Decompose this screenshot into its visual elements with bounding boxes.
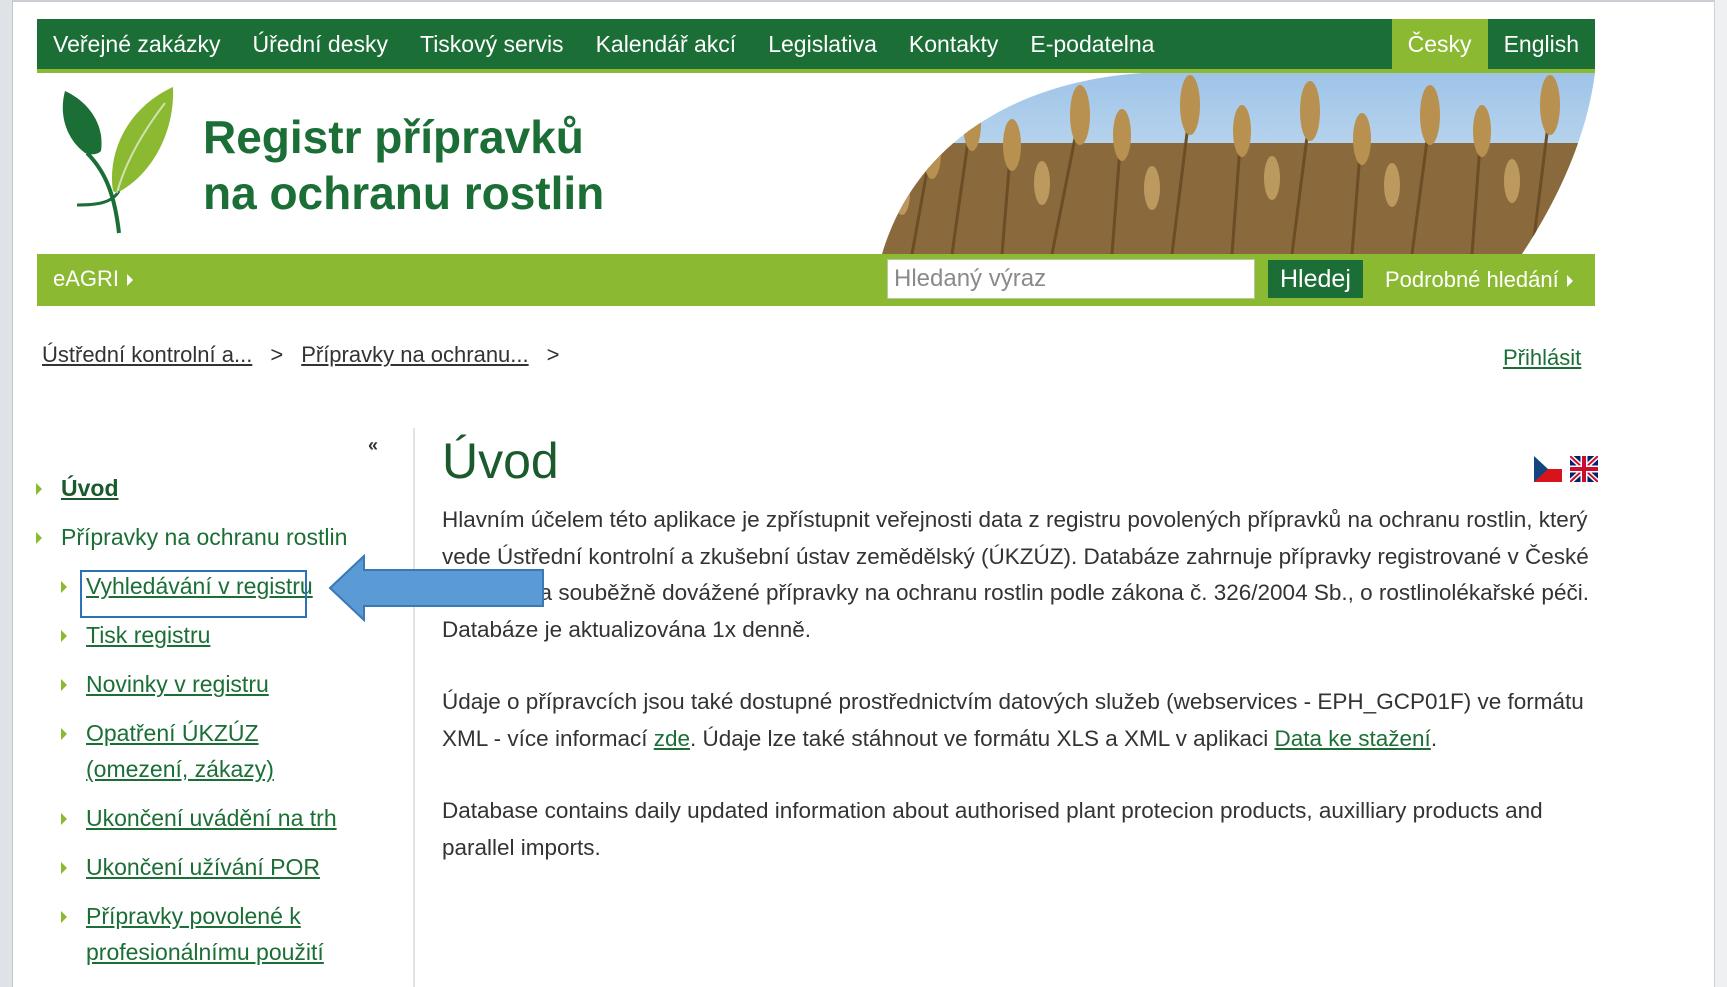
data-ke-stazeni-link[interactable]: Data ke stažení — [1274, 726, 1430, 751]
pointer-arrow-icon — [328, 553, 544, 623]
lang-english[interactable]: English — [1487, 19, 1595, 69]
advanced-search-link[interactable]: Podrobné hledání — [1385, 267, 1573, 293]
nav-tiskovy-servis[interactable]: Tiskový servis — [420, 31, 564, 58]
eagri-link[interactable]: eAGRI — [53, 266, 134, 292]
sidebar-link-novinky[interactable]: Novinky v registru — [86, 671, 269, 697]
sidebar-item-ukonceni-uzivani: Ukončení užívání POR — [36, 849, 366, 885]
nav-verejne-zakazky[interactable]: Veřejné zakázky — [53, 31, 220, 58]
bullet-icon — [61, 581, 67, 593]
window-left-frame — [0, 0, 13, 987]
webservices-text-b: . Údaje lze také stáhnout ve formátu XLS… — [690, 725, 1275, 751]
sidebar-divider — [413, 428, 415, 987]
nav-legislativa[interactable]: Legislativa — [768, 31, 877, 58]
language-switch: Česky English — [1391, 19, 1595, 69]
sidebar-item-opatreni: Opatření ÚKZÚZ (omezení, zákazy) — [36, 715, 366, 787]
breadcrumb-separator: > — [270, 342, 284, 367]
nav-kontakty[interactable]: Kontakty — [909, 31, 999, 58]
uk-flag-icon[interactable] — [1570, 456, 1598, 482]
sidebar-item-uvod: Úvod — [36, 470, 366, 506]
wheat-field-image — [882, 73, 1595, 254]
search-button[interactable]: Hledej — [1268, 260, 1363, 298]
sidebar-link-uvod[interactable]: Úvod — [61, 475, 119, 501]
advanced-search-label: Podrobné hledání — [1385, 267, 1559, 292]
bullet-icon — [36, 483, 42, 495]
site-title-line2: na ochranu rostlin — [203, 167, 605, 219]
breadcrumb-item-ukzuz[interactable]: Ústřední kontrolní a... — [42, 342, 252, 368]
search-bar: eAGRI Hledej Podrobné hledání — [37, 254, 1595, 306]
window-top-border — [0, 0, 1727, 2]
collapse-sidebar-icon[interactable]: « — [368, 435, 378, 456]
bullet-icon — [61, 862, 67, 874]
leaf-logo-icon[interactable] — [57, 83, 175, 243]
language-flags — [1534, 456, 1598, 482]
caret-right-icon — [1566, 275, 1573, 288]
sidebar-link-tisk[interactable]: Tisk registru — [86, 622, 210, 648]
nav-uredni-desky[interactable]: Úřední desky — [252, 31, 388, 58]
breadcrumb: Ústřední kontrolní a... > Přípravky na o… — [42, 342, 560, 368]
sidebar-link-ukonceni-uvadeni[interactable]: Ukončení uvádění na trh — [86, 805, 337, 831]
bullet-icon — [61, 813, 67, 825]
eagri-label: eAGRI — [53, 266, 120, 291]
search-input[interactable] — [887, 259, 1255, 299]
webservices-paragraph: Údaje o přípravcích jsou také dostupné p… — [442, 684, 1592, 757]
page-title: Úvod — [442, 433, 559, 489]
breadcrumb-separator: > — [546, 342, 560, 367]
breadcrumb-item-pripravky[interactable]: Přípravky na ochranu... — [301, 342, 528, 368]
bullet-icon — [36, 532, 42, 544]
nav-kalendar-akci[interactable]: Kalendář akcí — [596, 31, 737, 58]
caret-right-icon — [127, 274, 134, 287]
sidebar-item-pripravky: Přípravky na ochranu rostlin — [36, 519, 366, 555]
intro-paragraph: Hlavním účelem této aplikace je zpřístup… — [442, 507, 1589, 642]
sidebar-item-ukonceni-uvadeni: Ukončení uvádění na trh — [36, 800, 366, 836]
sidebar-link-ukonceni-uzivani[interactable]: Ukončení užívání POR — [86, 854, 320, 880]
bullet-icon — [61, 911, 67, 923]
sidebar-item-novinky: Novinky v registru — [36, 666, 366, 702]
sidebar-link-pripravky[interactable]: Přípravky na ochranu rostlin — [61, 524, 347, 550]
webservices-text-c: . — [1430, 725, 1438, 751]
sidebar-menu: Úvod Přípravky na ochranu rostlin Vyhled… — [36, 470, 366, 983]
czech-flag-icon[interactable] — [1534, 456, 1562, 482]
bullet-icon — [61, 630, 67, 642]
zde-link[interactable]: zde — [654, 726, 690, 751]
top-navigation: Veřejné zakázky Úřední desky Tiskový ser… — [37, 19, 1595, 69]
login-link[interactable]: Přihlásit — [1503, 345, 1581, 371]
main-content: Hlavním účelem této aplikace je zpřístup… — [442, 502, 1592, 902]
site-title: Registr přípravků na ochranu rostlin — [203, 109, 604, 221]
page: Veřejné zakázky Úřední desky Tiskový ser… — [37, 19, 1595, 306]
sidebar-link-opatreni[interactable]: Opatření ÚKZÚZ (omezení, zákazy) — [86, 720, 274, 782]
lang-cesky[interactable]: Česky — [1391, 19, 1488, 69]
bullet-icon — [61, 679, 67, 691]
sidebar-item-tisk: Tisk registru — [36, 617, 366, 653]
bullet-icon — [61, 728, 67, 740]
header-banner: Registr přípravků na ochranu rostlin — [37, 73, 1595, 254]
nav-e-podatelna[interactable]: E-podatelna — [1030, 31, 1154, 58]
sidebar-link-profesionalni[interactable]: Přípravky povolené k profesionálnímu pou… — [86, 903, 324, 965]
site-title-line1: Registr přípravků — [203, 111, 584, 163]
window-right-frame — [1714, 0, 1727, 987]
english-paragraph: Database contains daily updated informat… — [442, 798, 1543, 860]
highlight-box — [80, 570, 307, 618]
sidebar-item-profesionalni: Přípravky povolené k profesionálnímu pou… — [36, 898, 366, 970]
